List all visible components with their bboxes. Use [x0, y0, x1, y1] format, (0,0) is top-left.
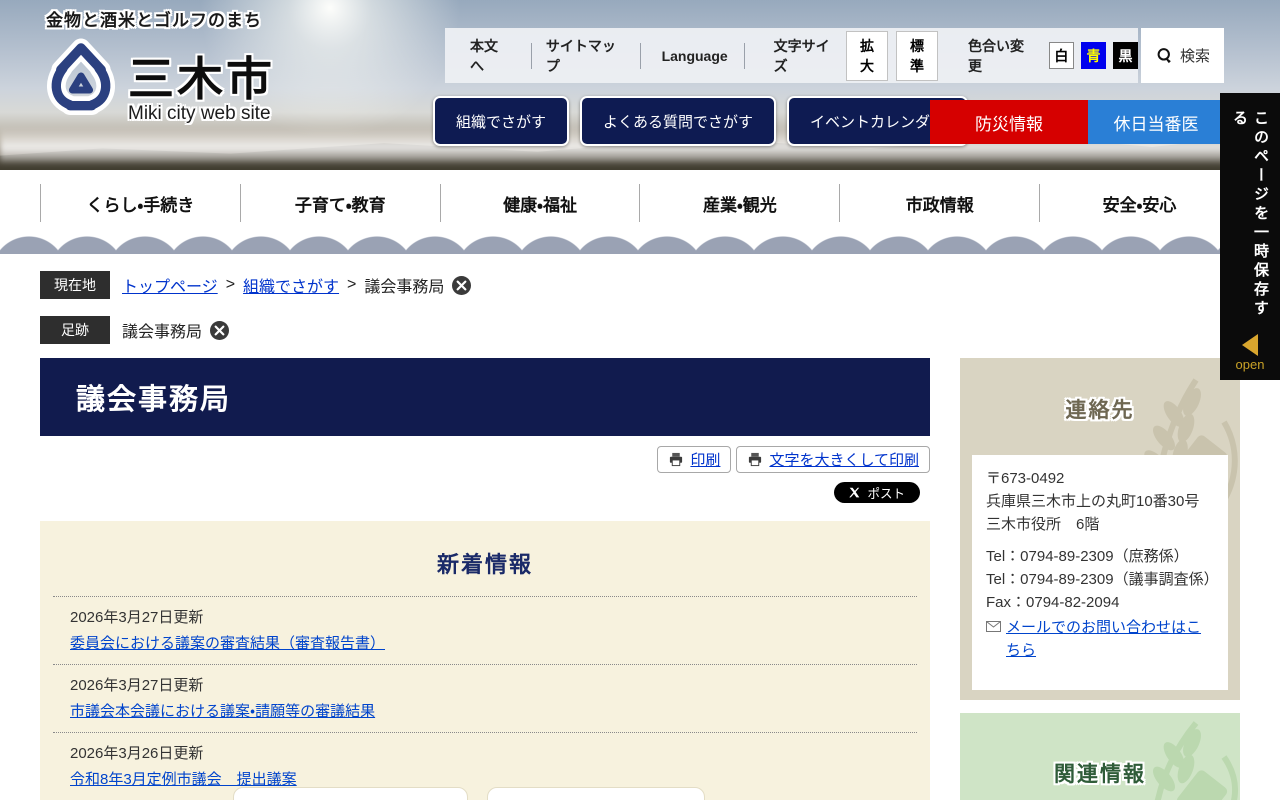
contact-tel1: Tel：0794-89-2309（庶務係）	[986, 547, 1189, 565]
related-info-title: 関連情報	[1054, 763, 1146, 786]
sitemap-link[interactable]: サイトマップ	[546, 36, 624, 76]
save-page-label: このページを一時保存する	[1231, 110, 1269, 319]
news-item: 2026年3月27日更新 委員会における議案の審査結果（審査報告書）	[40, 597, 930, 664]
nav-item-childcare-education[interactable]: 子育て・教育	[241, 170, 440, 236]
current-location-label: 現在地	[40, 271, 110, 299]
footprint-label: 足跡	[40, 316, 110, 344]
news-date: 2026年3月27日更新	[70, 677, 204, 694]
color-scheme-white-button[interactable]: 白	[1048, 42, 1074, 69]
news-link[interactable]: 委員会における議案の審査結果（審査報告書）	[70, 635, 385, 652]
search-by-organization-button[interactable]: 組織でさがす	[433, 96, 570, 146]
news-category-button[interactable]	[487, 787, 705, 800]
site-name: 三木市	[128, 53, 275, 105]
page-title: 議会事務局	[40, 358, 930, 436]
header-photo-banner: 金物と酒米とゴルフのまち 三木市 Miki city web site 本文へ …	[0, 0, 1280, 170]
search-button[interactable]: 検索	[1141, 28, 1224, 83]
language-link[interactable]: Language	[662, 48, 728, 64]
news-link[interactable]: 令和8年3月定例市議会 提出議案	[70, 771, 297, 788]
news-section: 新着情報 2026年3月27日更新 委員会における議案の審査結果（審査報告書） …	[40, 521, 930, 800]
postal-code: 〒673-0492	[986, 470, 1065, 487]
holiday-doctor-button[interactable]: 休日当番医	[1088, 100, 1224, 144]
nav-item-city-government[interactable]: 市政情報	[840, 170, 1039, 236]
site-tagline: 金物と酒米とゴルフのまち	[46, 11, 262, 30]
font-size-label: 文字サイズ	[773, 37, 830, 74]
color-scheme-black-button[interactable]: 黒	[1112, 42, 1138, 69]
divider	[639, 42, 641, 69]
footprint-row: 足跡 議会事務局	[40, 316, 230, 344]
breadcrumb-separator: >	[347, 276, 357, 293]
save-page-side-tab[interactable]: このページを一時保存する open	[1220, 93, 1280, 380]
x-logo-icon	[849, 487, 860, 498]
site-logo[interactable]: 金物と酒米とゴルフのまち 三木市 Miki city web site	[42, 6, 322, 125]
contact-card: 〒673-0492 兵庫県三木市上の丸町10番30号 三木市役所 6階 Tel：…	[972, 455, 1228, 690]
printer-icon	[670, 452, 683, 467]
breadcrumb-close-icon[interactable]	[452, 275, 472, 295]
skip-to-content-link[interactable]: 本文へ	[470, 36, 509, 76]
breadcrumb-link-home[interactable]: トップページ	[122, 273, 218, 297]
news-title: 新着情報	[436, 552, 533, 577]
news-date: 2026年3月27日更新	[70, 609, 204, 626]
font-size-standard-button[interactable]: 標準	[896, 30, 938, 81]
related-info-section: 関連情報	[960, 713, 1240, 800]
divider	[743, 42, 745, 69]
mail-icon	[986, 620, 1001, 632]
quick-links-row: 組織でさがす よくある質問でさがす イベントカレンダー	[433, 96, 969, 146]
miki-city-emblem-icon	[47, 38, 115, 115]
print-actions: 印刷 文字を大きくして印刷	[40, 446, 930, 473]
search-icon	[1157, 47, 1171, 63]
site-subtitle: Miki city web site	[128, 103, 271, 124]
search-label: 検索	[1179, 48, 1210, 65]
printer-icon	[749, 452, 762, 467]
breadcrumb-separator: >	[225, 276, 236, 293]
open-arrow-icon	[1242, 334, 1258, 356]
divider	[530, 42, 532, 69]
nav-item-living-procedures[interactable]: くらし・手続き	[41, 170, 240, 236]
news-item: 2026年3月27日更新 市議会本会議における議案・請願等の審議結果	[40, 665, 930, 732]
wave-divider	[0, 236, 1280, 254]
contact-section: 連絡先 〒673-0492 兵庫県三木市上の丸町10番30号 三木市役所 6階 …	[960, 358, 1240, 700]
contact-fax: Fax：0794-82-2094	[986, 593, 1120, 611]
news-date: 2026年3月26日更新	[70, 745, 204, 762]
color-scheme-label: 色合い変更	[967, 37, 1024, 74]
open-label: open	[1235, 357, 1265, 372]
news-category-button[interactable]	[233, 787, 468, 800]
contact-title: 連絡先	[1065, 399, 1135, 422]
page: 金物と酒米とゴルフのまち 三木市 Miki city web site 本文へ …	[0, 0, 1280, 800]
footprint-close-icon[interactable]	[210, 320, 230, 340]
footprint-item: 議会事務局	[122, 324, 203, 341]
contact-mail-link[interactable]: メールでのお問い合わせはこちら	[1006, 617, 1214, 663]
nav-item-health-welfare[interactable]: 健康・福祉	[441, 170, 640, 236]
news-link[interactable]: 市議会本会議における議案・請願等の審議結果	[70, 703, 375, 720]
print-large-text-button[interactable]: 文字を大きくして印刷	[736, 446, 930, 473]
search-by-faq-button[interactable]: よくある質問でさがす	[580, 96, 777, 146]
disaster-info-button[interactable]: 防災情報	[930, 100, 1088, 144]
breadcrumb-current-page: 議会事務局	[364, 279, 445, 296]
print-button[interactable]: 印刷	[657, 446, 732, 473]
nav-item-industry-tourism[interactable]: 産業・観光	[640, 170, 839, 236]
main-navigation: くらし・手続き 子育て・教育 健康・福祉 産業・観光 市政情報 安全・安心	[0, 170, 1280, 236]
font-size-enlarge-button[interactable]: 拡大	[846, 30, 889, 81]
address-line2: 三木市役所 6階	[986, 515, 1100, 533]
address-line1: 兵庫県三木市上の丸町10番30号	[986, 492, 1200, 510]
breadcrumb: 現在地 トップページ > 組織でさがす > 議会事務局	[40, 271, 472, 299]
nav-item-safety-security[interactable]: 安全・安心	[1040, 170, 1239, 236]
x-post-button[interactable]: ポスト	[834, 482, 920, 503]
share-row: ポスト	[40, 482, 920, 503]
breadcrumb-link-organization[interactable]: 組織でさがす	[243, 273, 339, 297]
contact-tel2: Tel：0794-89-2309（議事調査係）	[986, 570, 1219, 588]
utility-bar: 本文へ サイトマップ Language 文字サイズ 拡大 標準 色合い変更 白 …	[445, 28, 1224, 83]
news-item: 2026年3月26日更新 令和8年3月定例市議会 提出議案	[40, 733, 930, 800]
color-scheme-blue-button[interactable]: 青	[1080, 42, 1106, 69]
